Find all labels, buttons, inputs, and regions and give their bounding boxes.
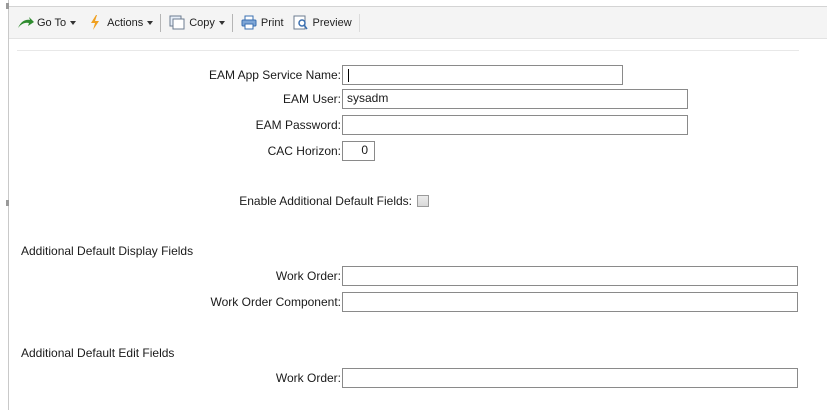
enable-additional-checkbox[interactable]	[417, 195, 429, 207]
preview-icon	[292, 15, 310, 31]
eam-password-field[interactable]	[342, 115, 688, 135]
enable-additional-label: Enable Additional Default Fields:	[239, 194, 412, 208]
content-divider	[17, 50, 799, 51]
cac-horizon-value: 0	[361, 143, 368, 157]
eam-user-value: sysadm	[347, 91, 389, 105]
eam-user-label: EAM User:	[282, 92, 341, 106]
actions-menu[interactable]: Actions	[83, 12, 156, 34]
eam-app-service-name-label: EAM App Service Name:	[208, 68, 341, 82]
display-work-order-component-field[interactable]	[342, 292, 798, 312]
display-work-order-component-label: Work Order Component:	[210, 295, 342, 309]
print-button[interactable]: Print	[237, 12, 287, 34]
toolbar-separator	[231, 13, 233, 32]
eam-user-field[interactable]: sysadm	[342, 89, 688, 109]
printer-icon	[240, 15, 258, 31]
preview-button[interactable]: Preview	[289, 12, 355, 34]
cac-horizon-field[interactable]: 0	[342, 141, 375, 161]
chevron-down-icon	[218, 21, 225, 25]
edit-work-order-field[interactable]	[342, 368, 798, 388]
chevron-down-icon	[70, 21, 77, 25]
copy-menu[interactable]: Copy	[165, 12, 228, 34]
actions-label: Actions	[107, 16, 144, 29]
chevron-down-icon	[147, 21, 154, 25]
edit-work-order-label: Work Order:	[275, 371, 341, 385]
edit-fields-heading: Additional Default Edit Fields	[21, 346, 175, 360]
goto-menu[interactable]: Go To	[13, 12, 79, 34]
cac-horizon-label: CAC Horizon:	[267, 144, 341, 158]
goto-label: Go To	[37, 16, 67, 29]
toolbar: Go To Actions Copy Print Preview	[9, 6, 827, 39]
display-work-order-label: Work Order:	[275, 269, 341, 283]
toolbar-separator	[160, 13, 162, 32]
eam-app-service-name-field[interactable]	[342, 65, 623, 85]
display-fields-heading: Additional Default Display Fields	[21, 244, 194, 258]
text-cursor	[348, 69, 349, 82]
preview-label: Preview	[312, 16, 352, 29]
green-arrow-icon	[16, 15, 34, 31]
display-work-order-field[interactable]	[342, 266, 798, 286]
toolbar-separator	[358, 13, 360, 32]
eam-password-label: EAM Password:	[255, 118, 341, 132]
copy-label: Copy	[189, 16, 215, 29]
left-panel-tick	[6, 200, 9, 206]
print-label: Print	[260, 16, 284, 29]
copy-icon	[168, 15, 186, 31]
lightning-icon	[86, 15, 104, 31]
